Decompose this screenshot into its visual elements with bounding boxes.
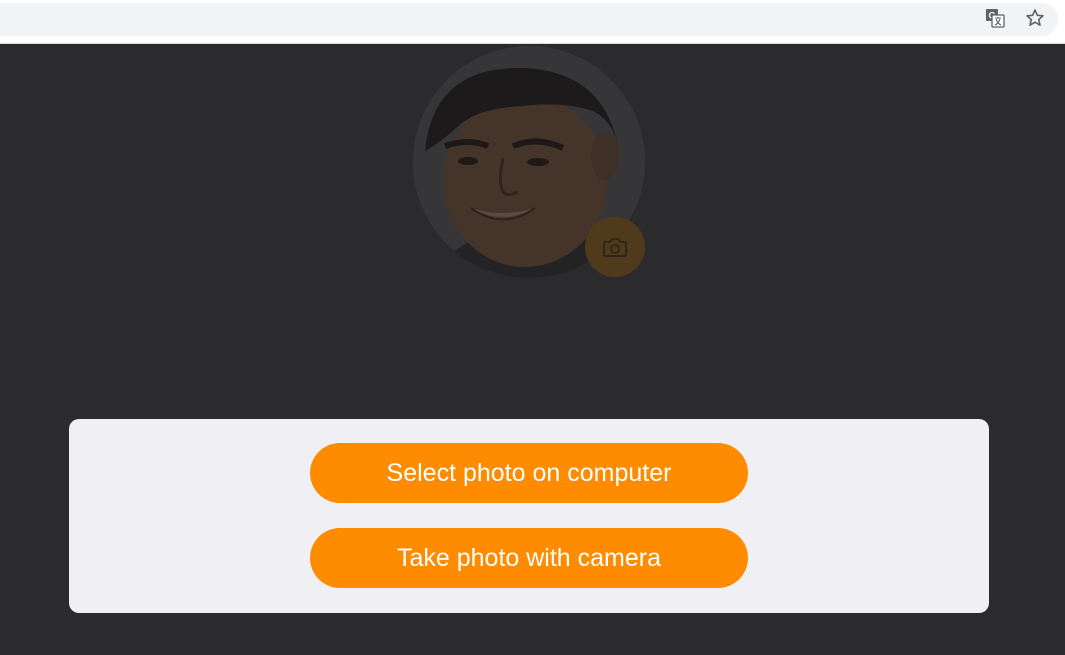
translate-icon[interactable]: G bbox=[985, 8, 1005, 28]
change-photo-button[interactable] bbox=[585, 217, 645, 277]
photo-source-sheet: Select photo on computer Take photo with… bbox=[69, 419, 989, 613]
select-photo-on-computer-button[interactable]: Select photo on computer bbox=[310, 443, 748, 503]
modal-overlay[interactable]: Select photo on computer Take photo with… bbox=[0, 44, 1065, 655]
profile-avatar-area bbox=[413, 46, 645, 278]
browser-toolbar: G bbox=[0, 0, 1065, 44]
bookmark-star-icon[interactable] bbox=[1025, 8, 1045, 28]
take-photo-with-camera-button[interactable]: Take photo with camera bbox=[310, 528, 748, 588]
camera-icon bbox=[603, 238, 627, 257]
address-bar[interactable] bbox=[0, 3, 1058, 36]
